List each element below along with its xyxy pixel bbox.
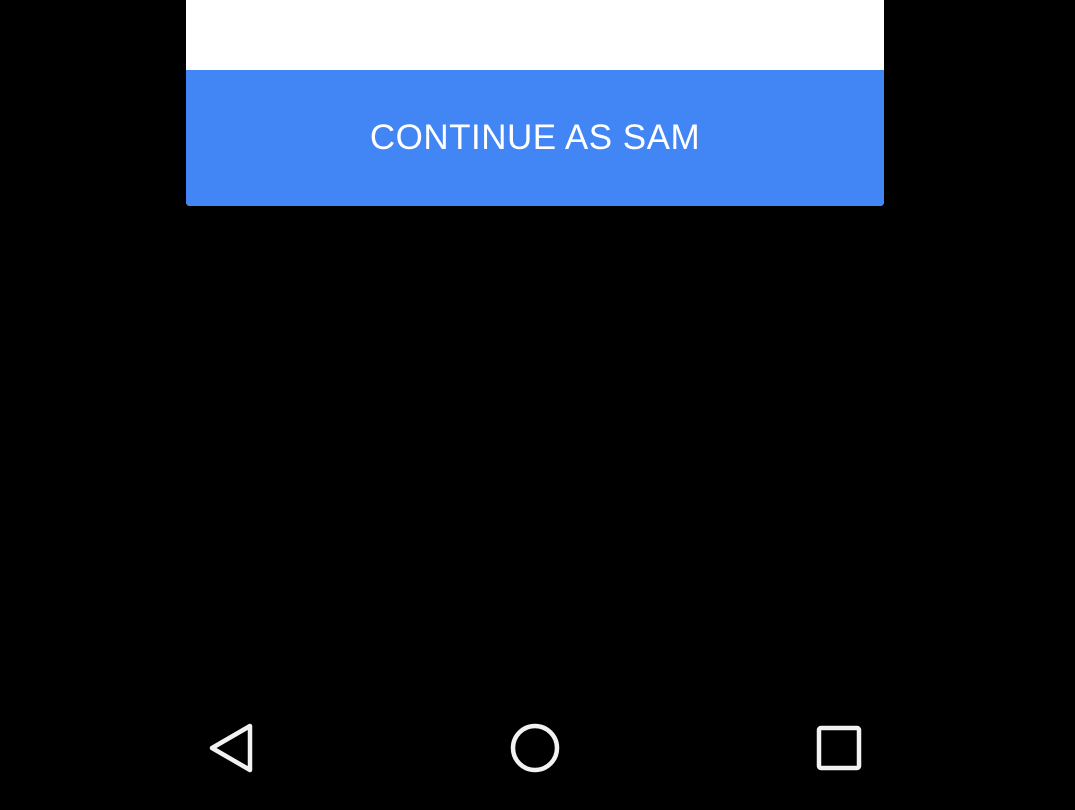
recents-icon bbox=[816, 725, 862, 771]
home-button[interactable] bbox=[505, 718, 565, 778]
dialog-content-area bbox=[186, 0, 884, 70]
recents-button[interactable] bbox=[809, 718, 869, 778]
system-navigation-bar bbox=[0, 690, 1075, 810]
screen: CONTINUE AS SAM bbox=[0, 0, 1075, 810]
home-icon bbox=[510, 723, 560, 773]
login-dialog: CONTINUE AS SAM bbox=[186, 0, 884, 206]
continue-as-user-button[interactable]: CONTINUE AS SAM bbox=[186, 70, 884, 206]
back-button[interactable] bbox=[202, 718, 262, 778]
back-icon bbox=[209, 723, 253, 773]
